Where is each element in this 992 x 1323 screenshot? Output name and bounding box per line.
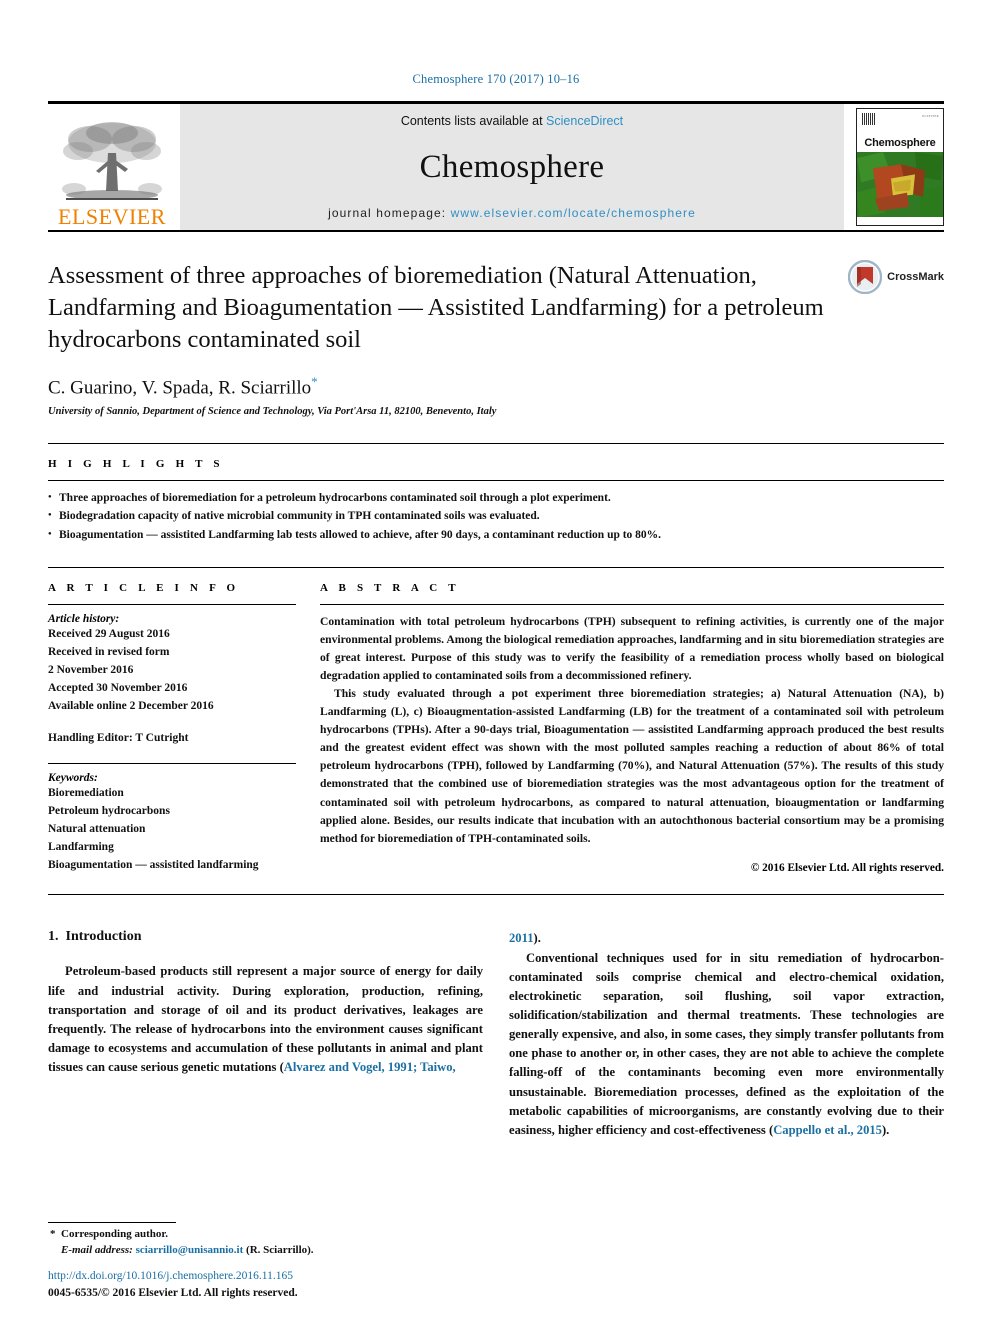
doi-footer: http://dx.doi.org/10.1016/j.chemosphere.… xyxy=(48,1268,548,1301)
contents-available-line: Contents lists available at ScienceDirec… xyxy=(401,114,623,128)
body-column-left: 1. Introduction Petroleum-based products … xyxy=(48,929,483,1140)
keyword-item: Petroleum hydrocarbons xyxy=(48,804,170,817)
highlights-heading: H I G H L I G H T S xyxy=(48,457,224,470)
crossmark-label: CrossMark xyxy=(887,271,944,283)
abstract-column: A B S T R A C T Contamination with total… xyxy=(320,582,944,875)
elsevier-tree-icon xyxy=(62,122,162,200)
crossmark-badge[interactable]: CrossMark xyxy=(848,260,944,294)
intro-text: Petroleum-based products still represent… xyxy=(48,964,483,1075)
highlights-section: H I G H L I G H T S Three approaches of … xyxy=(48,442,944,545)
history-line: Available online 2 December 2016 xyxy=(48,700,214,713)
sciencedirect-link[interactable]: ScienceDirect xyxy=(546,114,623,128)
history-line: 2 November 2016 xyxy=(48,664,134,677)
intro-text: Conventional techniques used for in situ… xyxy=(509,950,944,1137)
cover-leaf-illustration xyxy=(857,152,943,218)
abstract-paragraph: This study evaluated through a pot exper… xyxy=(320,687,944,845)
title-block: CrossMark Assessment of three approaches… xyxy=(48,260,944,417)
article-info-rule xyxy=(48,603,296,605)
footnote-rule xyxy=(48,1222,176,1224)
journal-cover-thumbnail: ELSEVIER Chemosphere xyxy=(856,108,944,226)
keyword-item: Natural attenuation xyxy=(48,822,146,835)
abstract-copyright: © 2016 Elsevier Ltd. All rights reserved… xyxy=(750,861,944,874)
history-line: Accepted 30 November 2016 xyxy=(48,682,188,695)
section-number: 1. xyxy=(48,929,59,945)
citation-close: ). xyxy=(533,931,541,946)
highlights-list: Three approaches of bioremediation for a… xyxy=(48,489,944,545)
elsevier-logo: ELSEVIER xyxy=(48,104,176,230)
keywords-label: Keywords: xyxy=(48,771,98,784)
email-link[interactable]: sciarrillo@unisannio.it xyxy=(136,1244,244,1256)
citation-close: ). xyxy=(881,1122,890,1137)
list-item: Bioagumentation — assistited Landfarming… xyxy=(48,526,944,545)
journal-title: Chemosphere xyxy=(419,148,605,185)
masthead-bottom-rule xyxy=(48,230,944,232)
section-heading-introduction: 1. Introduction xyxy=(48,929,483,945)
intro-paragraph-right: Conventional techniques used for in situ… xyxy=(509,949,944,1140)
page-title: Assessment of three approaches of biorem… xyxy=(48,262,824,353)
list-item: Biodegradation capacity of native microb… xyxy=(48,507,944,526)
elsevier-wordmark: ELSEVIER xyxy=(58,204,166,229)
cover-top-band: ELSEVIER Chemosphere xyxy=(857,109,943,153)
contents-prefix: Contents lists available at xyxy=(400,114,547,128)
keyword-item: Bioagumentation — assistited landfarming xyxy=(48,859,259,872)
citation-link[interactable]: 2011 xyxy=(509,931,534,945)
keyword-item: Bioremediation xyxy=(48,786,124,799)
homepage-prefix: journal homepage: xyxy=(328,206,451,220)
intro-paragraph-left: Petroleum-based products still represent… xyxy=(48,962,483,1077)
author-names: C. Guarino, V. Spada, R. Sciarrillo xyxy=(48,376,312,398)
email-label: E-mail address: xyxy=(61,1244,133,1257)
email-note: E-mail address: sciarrillo@unisannio.it … xyxy=(48,1243,478,1259)
citation-link[interactable]: Cappello et al., 2015 xyxy=(773,1123,882,1137)
footnote-star-marker: * xyxy=(50,1228,56,1241)
journal-homepage-line: journal homepage: www.elsevier.com/locat… xyxy=(328,206,696,220)
abstract-paragraph: Contamination with total petroleum hydro… xyxy=(320,614,944,682)
citation-link[interactable]: Alvarez and Vogel, 1991; Taiwo, xyxy=(284,1060,456,1074)
corresponding-author-note: * Corresponding author. xyxy=(48,1227,478,1243)
keywords-rule xyxy=(48,762,296,764)
article-info-heading: A R T I C L E I N F O xyxy=(48,581,240,594)
body-columns: 1. Introduction Petroleum-based products … xyxy=(48,929,944,1140)
running-head: Chemosphere 170 (2017) 10–16 xyxy=(412,72,580,86)
homepage-link[interactable]: www.elsevier.com/locate/chemosphere xyxy=(451,206,696,220)
highlights-rule xyxy=(48,479,944,481)
email-owner: (R. Sciarrillo). xyxy=(246,1244,314,1257)
affiliation: University of Sannio, Department of Scie… xyxy=(48,405,497,417)
cover-artwork xyxy=(857,152,943,218)
list-item: Three approaches of bioremediation for a… xyxy=(48,489,944,508)
doi-link[interactable]: http://dx.doi.org/10.1016/j.chemosphere.… xyxy=(48,1268,548,1284)
issn-copyright-line: 0045-6535/© 2016 Elsevier Ltd. All right… xyxy=(48,1286,298,1299)
corresponding-author-marker: * xyxy=(311,373,318,389)
abstract-heading: A B S T R A C T xyxy=(320,581,460,594)
crossmark-icon xyxy=(848,260,883,294)
keyword-item: Landfarming xyxy=(48,841,114,854)
section-title-text: Introduction xyxy=(65,929,142,945)
cover-journal-title: Chemosphere xyxy=(864,137,936,150)
abstract-bottom-rule xyxy=(48,894,944,896)
masthead-center: Contents lists available at ScienceDirec… xyxy=(180,104,844,230)
author-list: C. Guarino, V. Spada, R. Sciarrillo* xyxy=(48,374,944,399)
article-info-column: A R T I C L E I N F O Article history: R… xyxy=(48,582,296,875)
paper-page: Chemosphere 170 (2017) 10–16 ELSEVIER Co… xyxy=(0,0,992,1323)
info-abstract-section: A R T I C L E I N F O Article history: R… xyxy=(48,566,944,875)
corresponding-author-text: Corresponding author. xyxy=(61,1228,168,1241)
history-line: Received 29 August 2016 xyxy=(48,627,170,640)
citation-continuation: 2011). xyxy=(509,929,944,948)
history-line: Received in revised form xyxy=(48,645,170,658)
journal-masthead: ELSEVIER Contents lists available at Sci… xyxy=(48,101,944,230)
cover-tiny-label: ELSEVIER xyxy=(922,114,939,118)
body-column-right: 2011). Conventional techniques used for … xyxy=(509,929,944,1140)
article-history-label: Article history: xyxy=(48,612,120,625)
cover-bottom-band xyxy=(857,217,943,225)
abstract-rule xyxy=(320,603,944,605)
footnote-block: * Corresponding author. E-mail address: s… xyxy=(48,1222,478,1259)
barcode-icon xyxy=(862,113,876,125)
handling-editor: Handling Editor: T Cutright xyxy=(48,731,189,744)
